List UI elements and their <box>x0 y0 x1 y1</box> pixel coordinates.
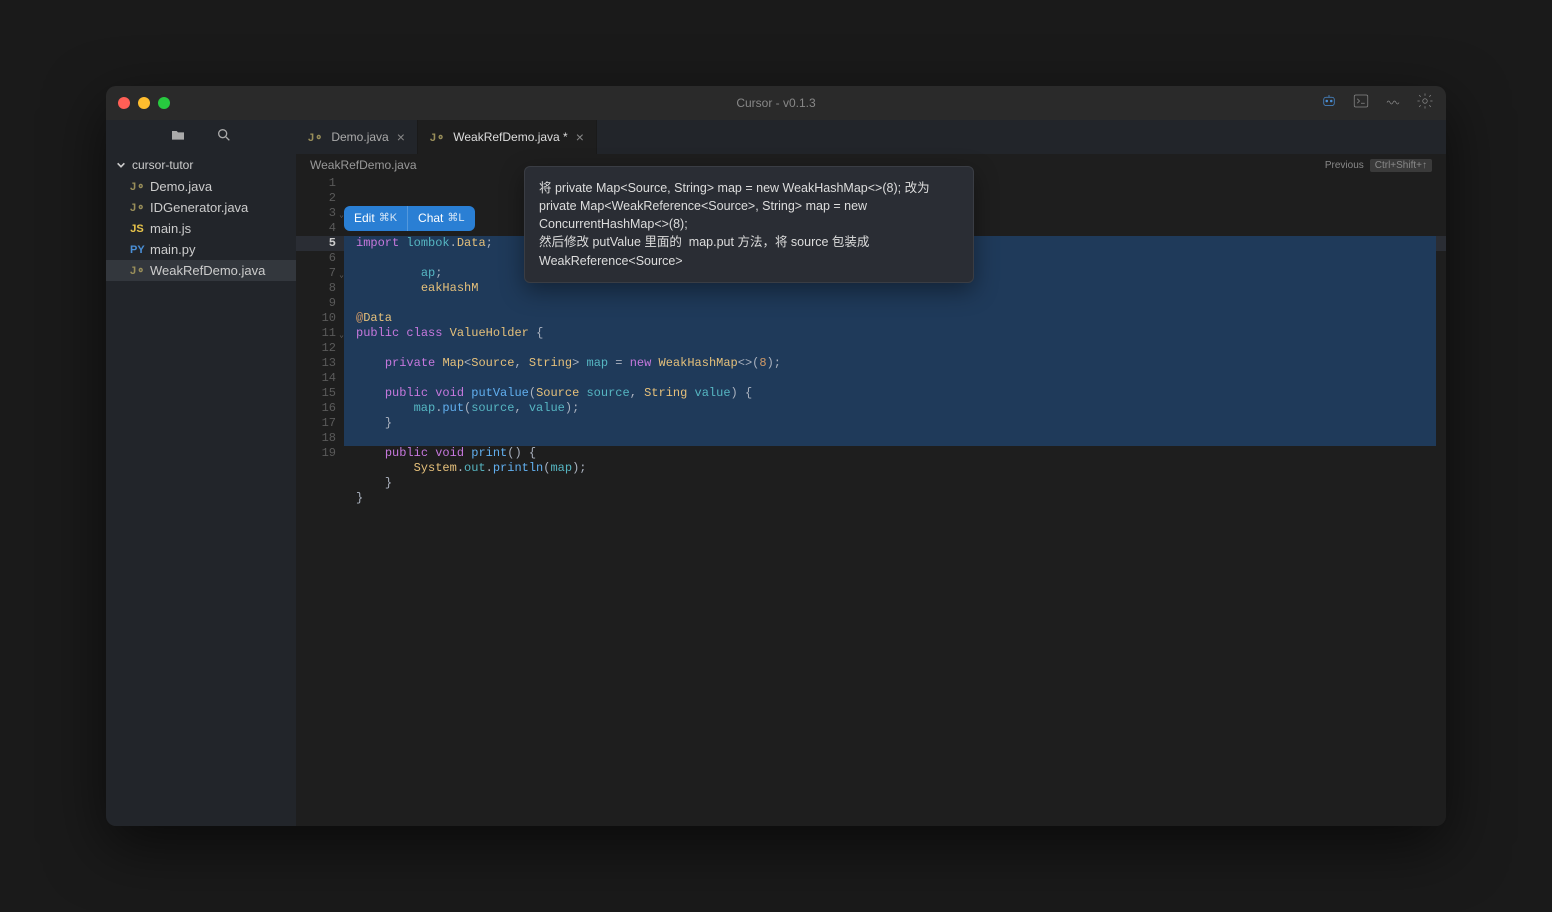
sidebar-toolbar <box>106 120 296 154</box>
code-line[interactable] <box>356 371 1446 386</box>
line-number: 9 <box>296 296 336 311</box>
code-line[interactable]: } <box>356 491 1446 506</box>
js-file-icon: JS <box>130 223 144 235</box>
sidebar: cursor-tutor J⚬ Demo.java J⚬ IDGenerator.ja… <box>106 120 296 826</box>
close-tab-icon[interactable]: × <box>397 129 405 145</box>
maximize-window-button[interactable] <box>158 97 170 109</box>
line-number: 8 <box>296 281 336 296</box>
file-name: main.py <box>150 242 196 257</box>
main-area: cursor-tutor J⚬ Demo.java J⚬ IDGenerator.ja… <box>106 120 1446 826</box>
previous-shortcut: Ctrl+Shift+↑ <box>1370 159 1432 172</box>
code-line[interactable]: } <box>356 476 1446 491</box>
titlebar-actions <box>1320 92 1434 115</box>
ai-bot-icon[interactable] <box>1320 92 1338 115</box>
traffic-lights <box>118 97 170 109</box>
previous-label[interactable]: Previous <box>1325 160 1364 171</box>
close-tab-icon[interactable]: × <box>576 129 584 145</box>
code-line[interactable]: private Map<Source, String> map = new We… <box>356 356 1446 371</box>
wave-icon[interactable] <box>1384 92 1402 115</box>
app-window: Cursor - v0.1.3 cursor-tutor J⚬ Demo.java… <box>106 86 1446 826</box>
ai-chat-button[interactable]: Chat ⌘L <box>407 206 474 231</box>
line-gutter: 123⌄4567⌄891011⌄1213141516171819 <box>296 176 344 826</box>
settings-gear-icon[interactable] <box>1416 92 1434 115</box>
line-number: 3⌄ <box>296 206 336 221</box>
line-number: 10 <box>296 311 336 326</box>
line-number: 17 <box>296 416 336 431</box>
file-item-main-js[interactable]: JS main.js <box>106 218 296 239</box>
line-number: 1 <box>296 176 336 191</box>
tab-weakrefdemo-java-[interactable]: J⚬ WeakRefDemo.java * × <box>418 120 597 154</box>
code-line[interactable]: public class ValueHolder { <box>356 326 1446 341</box>
file-item-weakrefdemo-java[interactable]: J⚬ WeakRefDemo.java <box>106 260 296 281</box>
line-number: 13 <box>296 356 336 371</box>
file-name: Demo.java <box>150 179 212 194</box>
file-item-idgenerator-java[interactable]: J⚬ IDGenerator.java <box>106 197 296 218</box>
java-file-icon: J⚬ <box>130 264 144 277</box>
code-line[interactable]: public void print() { <box>356 446 1446 461</box>
line-number: 12 <box>296 341 336 356</box>
editor-area: J⚬ Demo.java × J⚬ WeakRefDemo.java * × WeakRe… <box>296 120 1446 826</box>
java-file-icon: J⚬ <box>130 201 144 214</box>
terminal-icon[interactable] <box>1352 92 1370 115</box>
ai-edit-button[interactable]: Edit ⌘K <box>344 206 407 231</box>
breadcrumb-path: WeakRefDemo.java <box>310 158 417 172</box>
ai-suggestion-text: 将 private Map<Source, String> map = new … <box>539 181 933 268</box>
py-file-icon: PY <box>130 244 144 256</box>
file-name: IDGenerator.java <box>150 200 248 215</box>
code-line[interactable] <box>356 296 1446 311</box>
code-line[interactable] <box>356 341 1446 356</box>
line-number: 7⌄ <box>296 266 336 281</box>
code-line[interactable] <box>356 431 1446 446</box>
java-file-icon: J⚬ <box>308 131 323 144</box>
chevron-down-icon <box>116 160 126 170</box>
window-title: Cursor - v0.1.3 <box>736 96 815 110</box>
ai-suggestion-popup[interactable]: 将 private Map<Source, String> map = new … <box>524 166 974 283</box>
line-number: 18 <box>296 431 336 446</box>
code-editor[interactable]: 123⌄4567⌄891011⌄1213141516171819 import … <box>296 176 1446 826</box>
ai-action-buttons: Edit ⌘K Chat ⌘L <box>344 206 475 231</box>
file-name: main.js <box>150 221 191 236</box>
code-line[interactable]: eakHashM <box>356 281 1446 296</box>
code-line[interactable] <box>356 506 1446 521</box>
close-window-button[interactable] <box>118 97 130 109</box>
file-name: WeakRefDemo.java <box>150 263 265 278</box>
line-number: 14 <box>296 371 336 386</box>
tab-label: Demo.java <box>331 130 388 144</box>
file-item-main-py[interactable]: PY main.py <box>106 239 296 260</box>
file-item-demo-java[interactable]: J⚬ Demo.java <box>106 176 296 197</box>
file-list: J⚬ Demo.java J⚬ IDGenerator.java JS main.js PY… <box>106 176 296 281</box>
code-line[interactable]: @Data <box>356 311 1446 326</box>
tab-demo-java[interactable]: J⚬ Demo.java × <box>296 120 418 154</box>
line-number: 6 <box>296 251 336 266</box>
tab-label: WeakRefDemo.java * <box>453 130 568 144</box>
line-number: 16 <box>296 401 336 416</box>
line-number: 4 <box>296 221 336 236</box>
explorer-icon[interactable] <box>170 127 186 148</box>
code-line[interactable]: public void putValue(Source source, Stri… <box>356 386 1446 401</box>
code-content[interactable]: import lombok.Data; ap; eakHashM@Datapub… <box>344 176 1446 826</box>
titlebar: Cursor - v0.1.3 <box>106 86 1446 120</box>
line-number: 15 <box>296 386 336 401</box>
search-icon[interactable] <box>216 127 232 148</box>
java-file-icon: J⚬ <box>430 131 445 144</box>
code-line[interactable]: } <box>356 416 1446 431</box>
minimize-window-button[interactable] <box>138 97 150 109</box>
breadcrumb-actions: Previous Ctrl+Shift+↑ <box>1325 159 1432 172</box>
tab-bar: J⚬ Demo.java × J⚬ WeakRefDemo.java * × <box>296 120 1446 154</box>
java-file-icon: J⚬ <box>130 180 144 193</box>
folder-name: cursor-tutor <box>132 158 193 172</box>
line-number: 19 <box>296 446 336 461</box>
line-number: 5 <box>296 236 336 251</box>
code-line[interactable]: System.out.println(map); <box>356 461 1446 476</box>
folder-header[interactable]: cursor-tutor <box>106 154 296 176</box>
code-line[interactable]: map.put(source, value); <box>356 401 1446 416</box>
line-number: 2 <box>296 191 336 206</box>
line-number: 11⌄ <box>296 326 336 341</box>
